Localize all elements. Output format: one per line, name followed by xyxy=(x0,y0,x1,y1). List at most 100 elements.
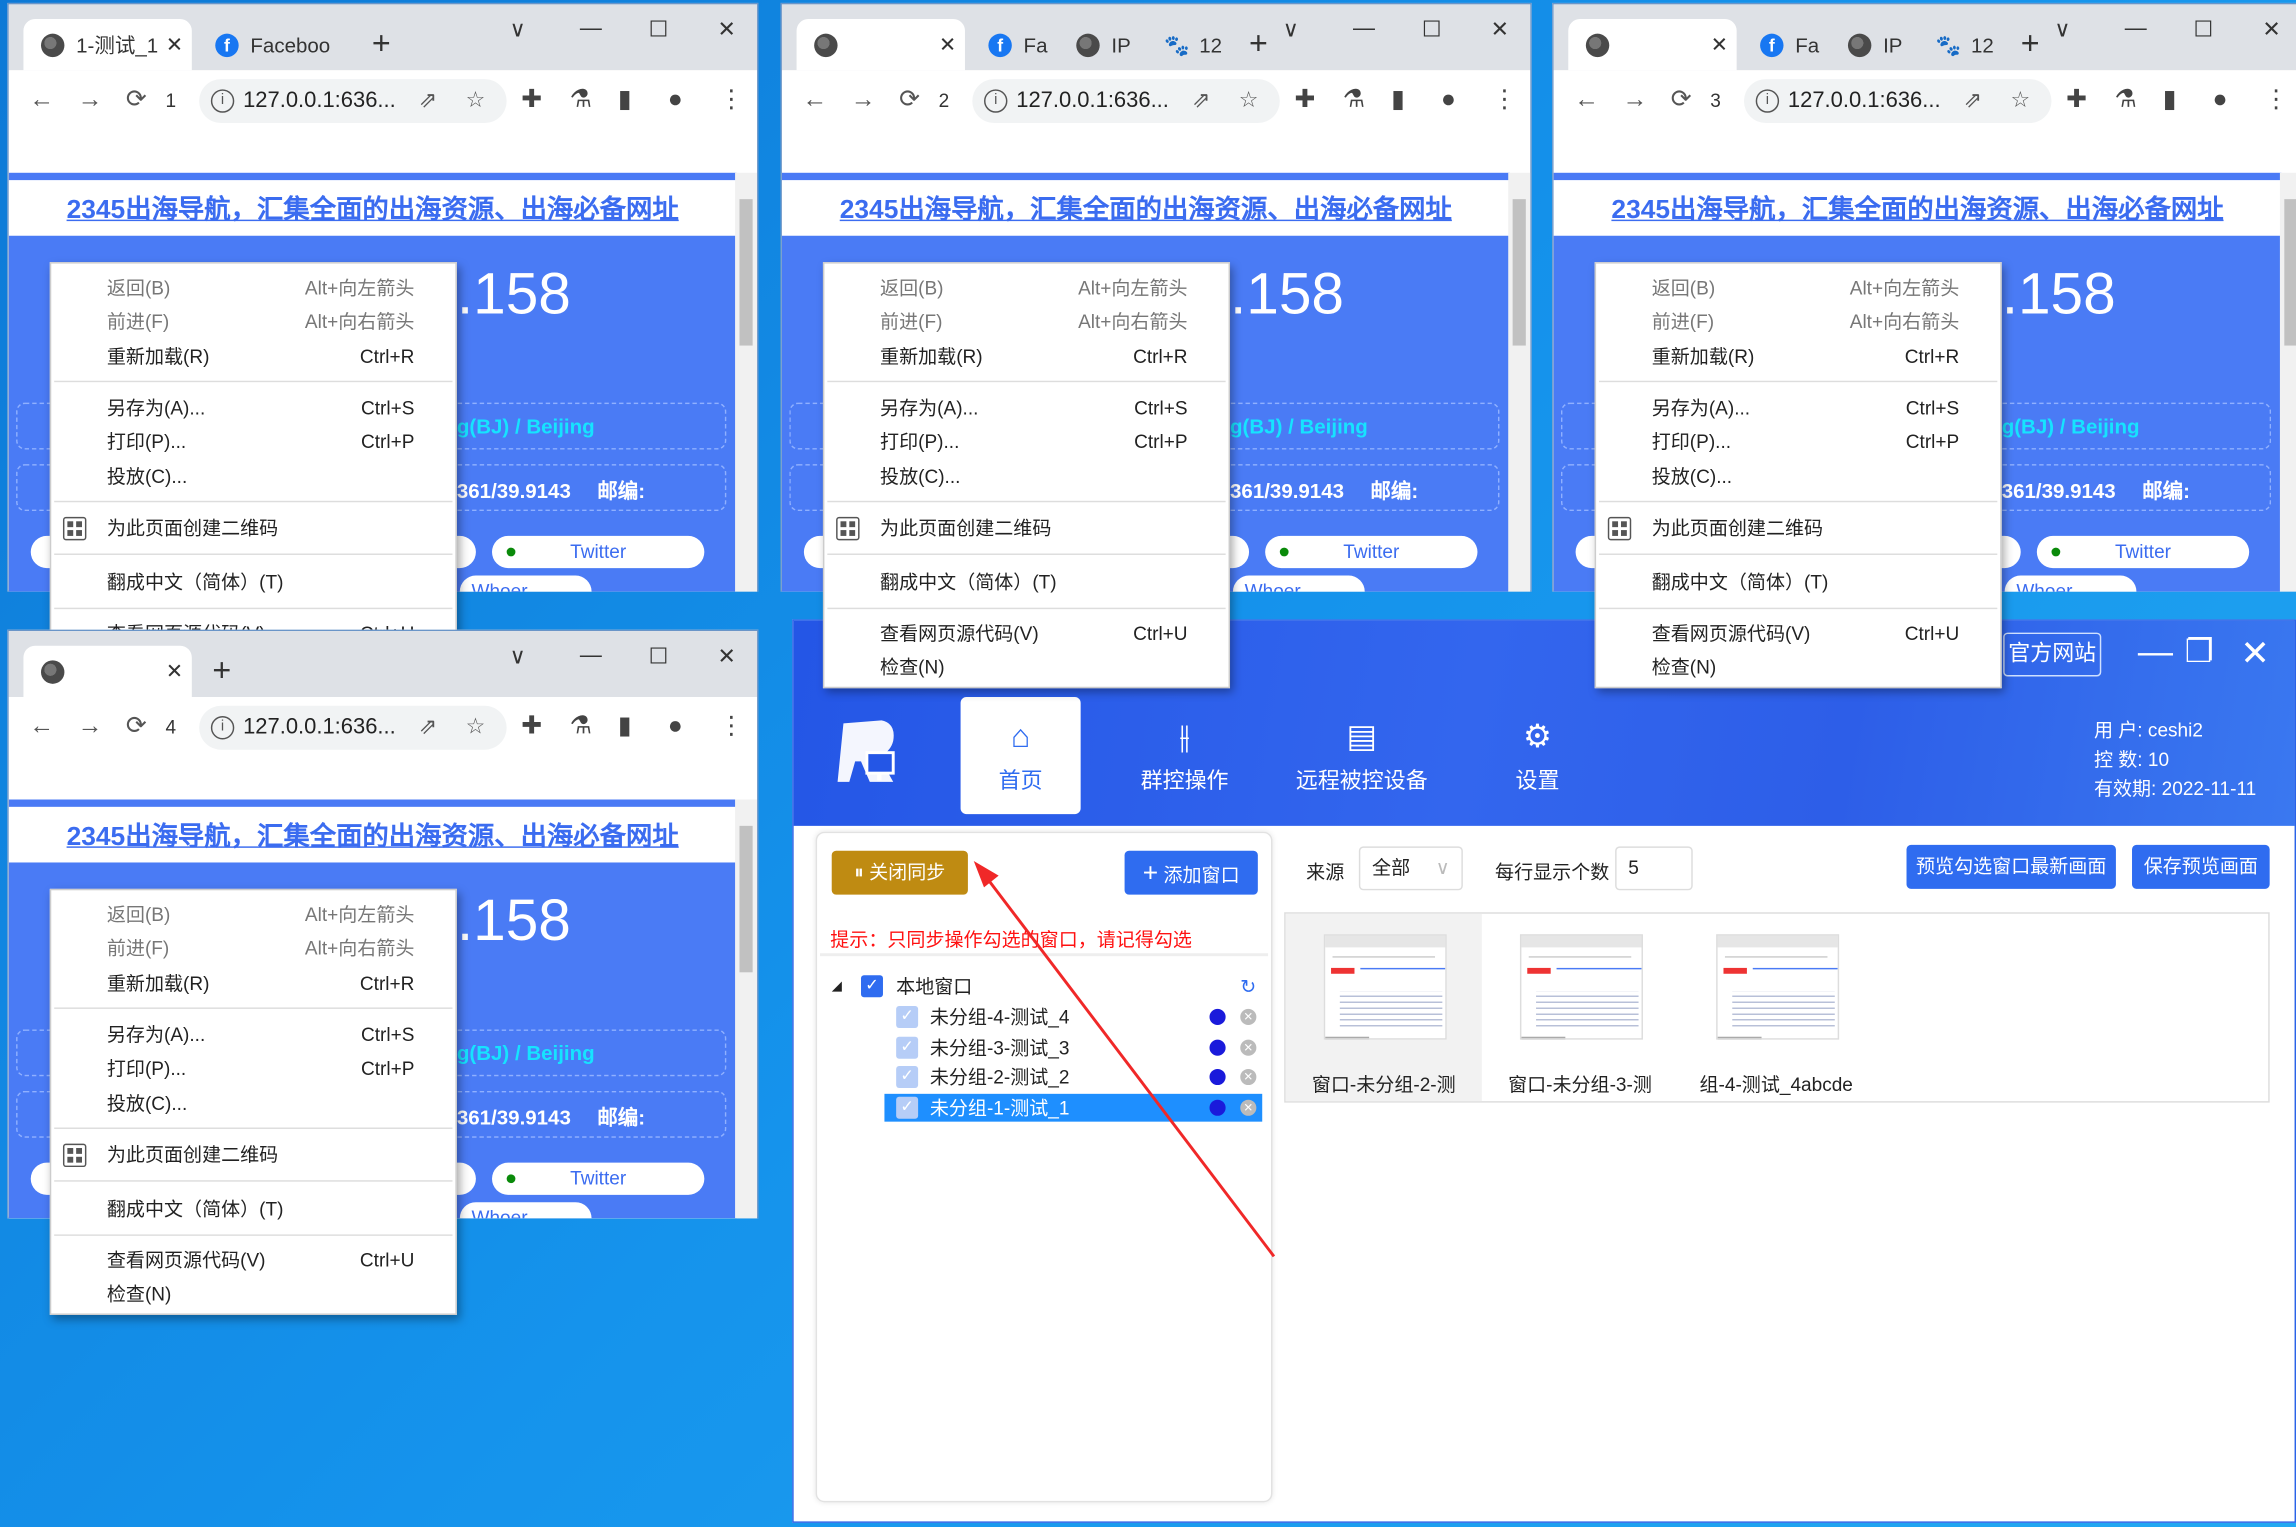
context-menu-item[interactable]: 翻成中文（简体）(T) xyxy=(51,567,455,599)
scrollbar-thumb[interactable] xyxy=(739,199,753,346)
context-menu-item[interactable]: 翻成中文（简体）(T) xyxy=(824,567,1228,599)
link-twitter[interactable]: Twitter xyxy=(492,535,705,569)
reload-icon[interactable]: ⟳ xyxy=(899,85,920,114)
context-menu-item[interactable]: 打印(P)... Ctrl+P xyxy=(1596,426,2000,458)
restore-icon[interactable]: ❐ xyxy=(2185,633,2214,671)
context-menu-item[interactable]: 重新加载(R) Ctrl+R xyxy=(1596,341,2000,373)
checkbox[interactable]: ✓ xyxy=(896,1035,919,1058)
nav-settings[interactable]: ⚙ 设置 xyxy=(1477,697,1597,814)
close-sync-button[interactable]: ⏸ 关闭同步 xyxy=(831,850,968,895)
side-panel-icon[interactable]: ▮ xyxy=(618,85,632,114)
context-menu-item[interactable]: 检查(N) xyxy=(824,652,1228,684)
minimize-icon[interactable]: — xyxy=(580,16,602,41)
forward-icon[interactable]: → xyxy=(78,85,103,114)
preview-tile[interactable]: 窗口-未分组-3-测 xyxy=(1482,914,1678,1101)
preview-tile[interactable]: 窗口-未分组-2-测 xyxy=(1285,913,1482,1102)
context-menu-item[interactable]: 为此页面创建二维码 xyxy=(51,1139,455,1171)
star-icon[interactable]: ☆ xyxy=(466,79,486,123)
remove-icon[interactable]: ✕ xyxy=(1240,1098,1257,1116)
preview-tile[interactable]: 组-4-测试_4abcde xyxy=(1678,914,1874,1101)
nav-home[interactable]: ⌂ 首页 xyxy=(960,697,1081,815)
browser-tab[interactable]: f Faceboo xyxy=(198,19,352,70)
reload-icon[interactable]: ⟳ xyxy=(126,712,147,741)
checkbox[interactable]: ✓ xyxy=(896,1005,919,1028)
context-menu-item[interactable]: 重新加载(R) Ctrl+R xyxy=(824,341,1228,373)
star-icon[interactable]: ☆ xyxy=(466,706,486,750)
maximize-icon[interactable]: ☐ xyxy=(649,643,669,669)
page-heading-link[interactable]: 2345出海导航，汇集全面的出海资源、出海必备网址 xyxy=(1554,180,2282,236)
menu-icon[interactable]: ⋮ xyxy=(1492,85,1517,114)
profile-icon[interactable]: ● xyxy=(2213,85,2228,114)
maximize-icon[interactable]: ☐ xyxy=(2194,16,2214,43)
new-tab-icon[interactable]: + xyxy=(372,25,391,63)
page-heading-link[interactable]: 2345出海导航，汇集全面的出海资源、出海必备网址 xyxy=(782,180,1510,236)
scrollbar[interactable] xyxy=(735,172,758,592)
menu-icon[interactable]: ⋮ xyxy=(719,85,744,114)
minimize-icon[interactable]: — xyxy=(1353,16,1375,41)
link-whoer[interactable]: Whoer xyxy=(459,1202,592,1219)
tree-item[interactable]: ✓ 未分组-4-测试_4 ✕ xyxy=(884,1003,1262,1031)
back-icon[interactable]: ← xyxy=(802,85,827,114)
forward-icon[interactable]: → xyxy=(1622,85,1647,114)
context-menu-item[interactable]: 返回(B) Alt+向左箭头 xyxy=(51,899,455,931)
new-tab-icon[interactable]: + xyxy=(212,652,231,690)
context-menu-item[interactable]: 打印(P)... Ctrl+P xyxy=(824,426,1228,458)
menu-icon[interactable]: ⋮ xyxy=(719,712,744,741)
scrollbar[interactable] xyxy=(2279,172,2296,592)
remove-icon[interactable]: ✕ xyxy=(1240,1008,1257,1026)
context-menu-item[interactable]: 打印(P)... Ctrl+P xyxy=(51,1053,455,1085)
nav-remote-devices[interactable]: ▤ 远程被控设备 xyxy=(1292,697,1433,814)
context-menu-item[interactable]: 另存为(A)... Ctrl+S xyxy=(51,392,455,424)
expand-icon[interactable]: ◢ xyxy=(832,972,842,1000)
tree-item[interactable]: ✓ 未分组-2-测试_2 ✕ xyxy=(884,1063,1262,1091)
labs-icon[interactable]: ⚗ xyxy=(570,712,592,741)
context-menu-item[interactable]: 前进(F) Alt+向右箭头 xyxy=(51,933,455,965)
context-menu-item[interactable]: 翻成中文（简体）(T) xyxy=(1596,567,2000,599)
profile-icon[interactable]: ● xyxy=(668,712,683,741)
extensions-icon[interactable]: ✚ xyxy=(521,85,542,114)
back-icon[interactable]: ← xyxy=(1574,85,1599,114)
chevron-down-icon[interactable]: ∨ xyxy=(2054,16,2070,43)
minimize-icon[interactable]: — xyxy=(2125,16,2147,41)
share-icon[interactable]: ⇗ xyxy=(1192,79,1210,123)
context-menu-item[interactable]: 投放(C)... xyxy=(51,1088,455,1120)
star-icon[interactable]: ☆ xyxy=(2010,79,2030,123)
scrollbar-thumb[interactable] xyxy=(1512,199,1526,346)
context-menu-item[interactable]: 返回(B) Alt+向左箭头 xyxy=(51,272,455,304)
minimize-icon[interactable]: — xyxy=(2138,633,2173,674)
address-bar[interactable]: i 127.0.0.1:636... ⇗ ☆ xyxy=(972,79,1280,124)
context-menu-item[interactable]: 查看网页源代码(V) Ctrl+U xyxy=(1596,618,2000,650)
browser-tab[interactable]: 🐾 12 xyxy=(1147,19,1229,70)
context-menu-item[interactable]: 前进(F) Alt+向右箭头 xyxy=(51,306,455,338)
per-row-input[interactable]: 5 xyxy=(1615,846,1693,891)
profile-icon[interactable]: ● xyxy=(668,85,683,114)
link-twitter[interactable]: Twitter xyxy=(2036,535,2250,569)
forward-icon[interactable]: → xyxy=(78,712,103,741)
scrollbar-thumb[interactable] xyxy=(739,825,753,973)
nav-group-control[interactable]: ⫲ 群控操作 xyxy=(1125,697,1245,814)
context-menu-item[interactable]: 翻成中文（简体）(T) xyxy=(51,1193,455,1225)
profile-icon[interactable]: ● xyxy=(1441,85,1456,114)
back-icon[interactable]: ← xyxy=(29,85,54,114)
context-menu-item[interactable]: 查看网页源代码(V) Ctrl+U xyxy=(51,1245,455,1277)
chevron-down-icon[interactable]: ∨ xyxy=(1283,16,1299,43)
official-site-button[interactable]: 官方网站 xyxy=(2003,632,2102,677)
minimize-icon[interactable]: — xyxy=(580,643,602,668)
browser-tab[interactable]: IP xyxy=(1059,19,1141,70)
close-icon[interactable]: ✕ xyxy=(2262,16,2280,43)
reload-icon[interactable]: ⟳ xyxy=(1671,85,1692,114)
refresh-icon[interactable]: ↻ xyxy=(1240,972,1256,1000)
tab-close-icon[interactable]: ✕ xyxy=(1711,32,1728,57)
extensions-icon[interactable]: ✚ xyxy=(2066,85,2087,114)
context-menu-item[interactable]: 投放(C)... xyxy=(1596,461,2000,493)
browser-tab[interactable]: ✕ xyxy=(23,645,192,698)
tab-close-icon[interactable]: ✕ xyxy=(166,659,183,684)
add-window-button[interactable]: + 添加窗口 xyxy=(1124,850,1258,895)
tree-root[interactable]: ◢ ✓ 本地窗口 ↻ xyxy=(820,972,1259,1000)
labs-icon[interactable]: ⚗ xyxy=(570,85,592,114)
maximize-icon[interactable]: ☐ xyxy=(1422,16,1442,43)
context-menu-item[interactable]: 前进(F) Alt+向右箭头 xyxy=(1596,306,2000,338)
link-whoer[interactable]: Whoer xyxy=(2004,575,2137,592)
browser-tab[interactable]: 🐾 12 xyxy=(1918,19,2000,70)
context-menu-item[interactable]: 另存为(A)... Ctrl+S xyxy=(51,1019,455,1051)
